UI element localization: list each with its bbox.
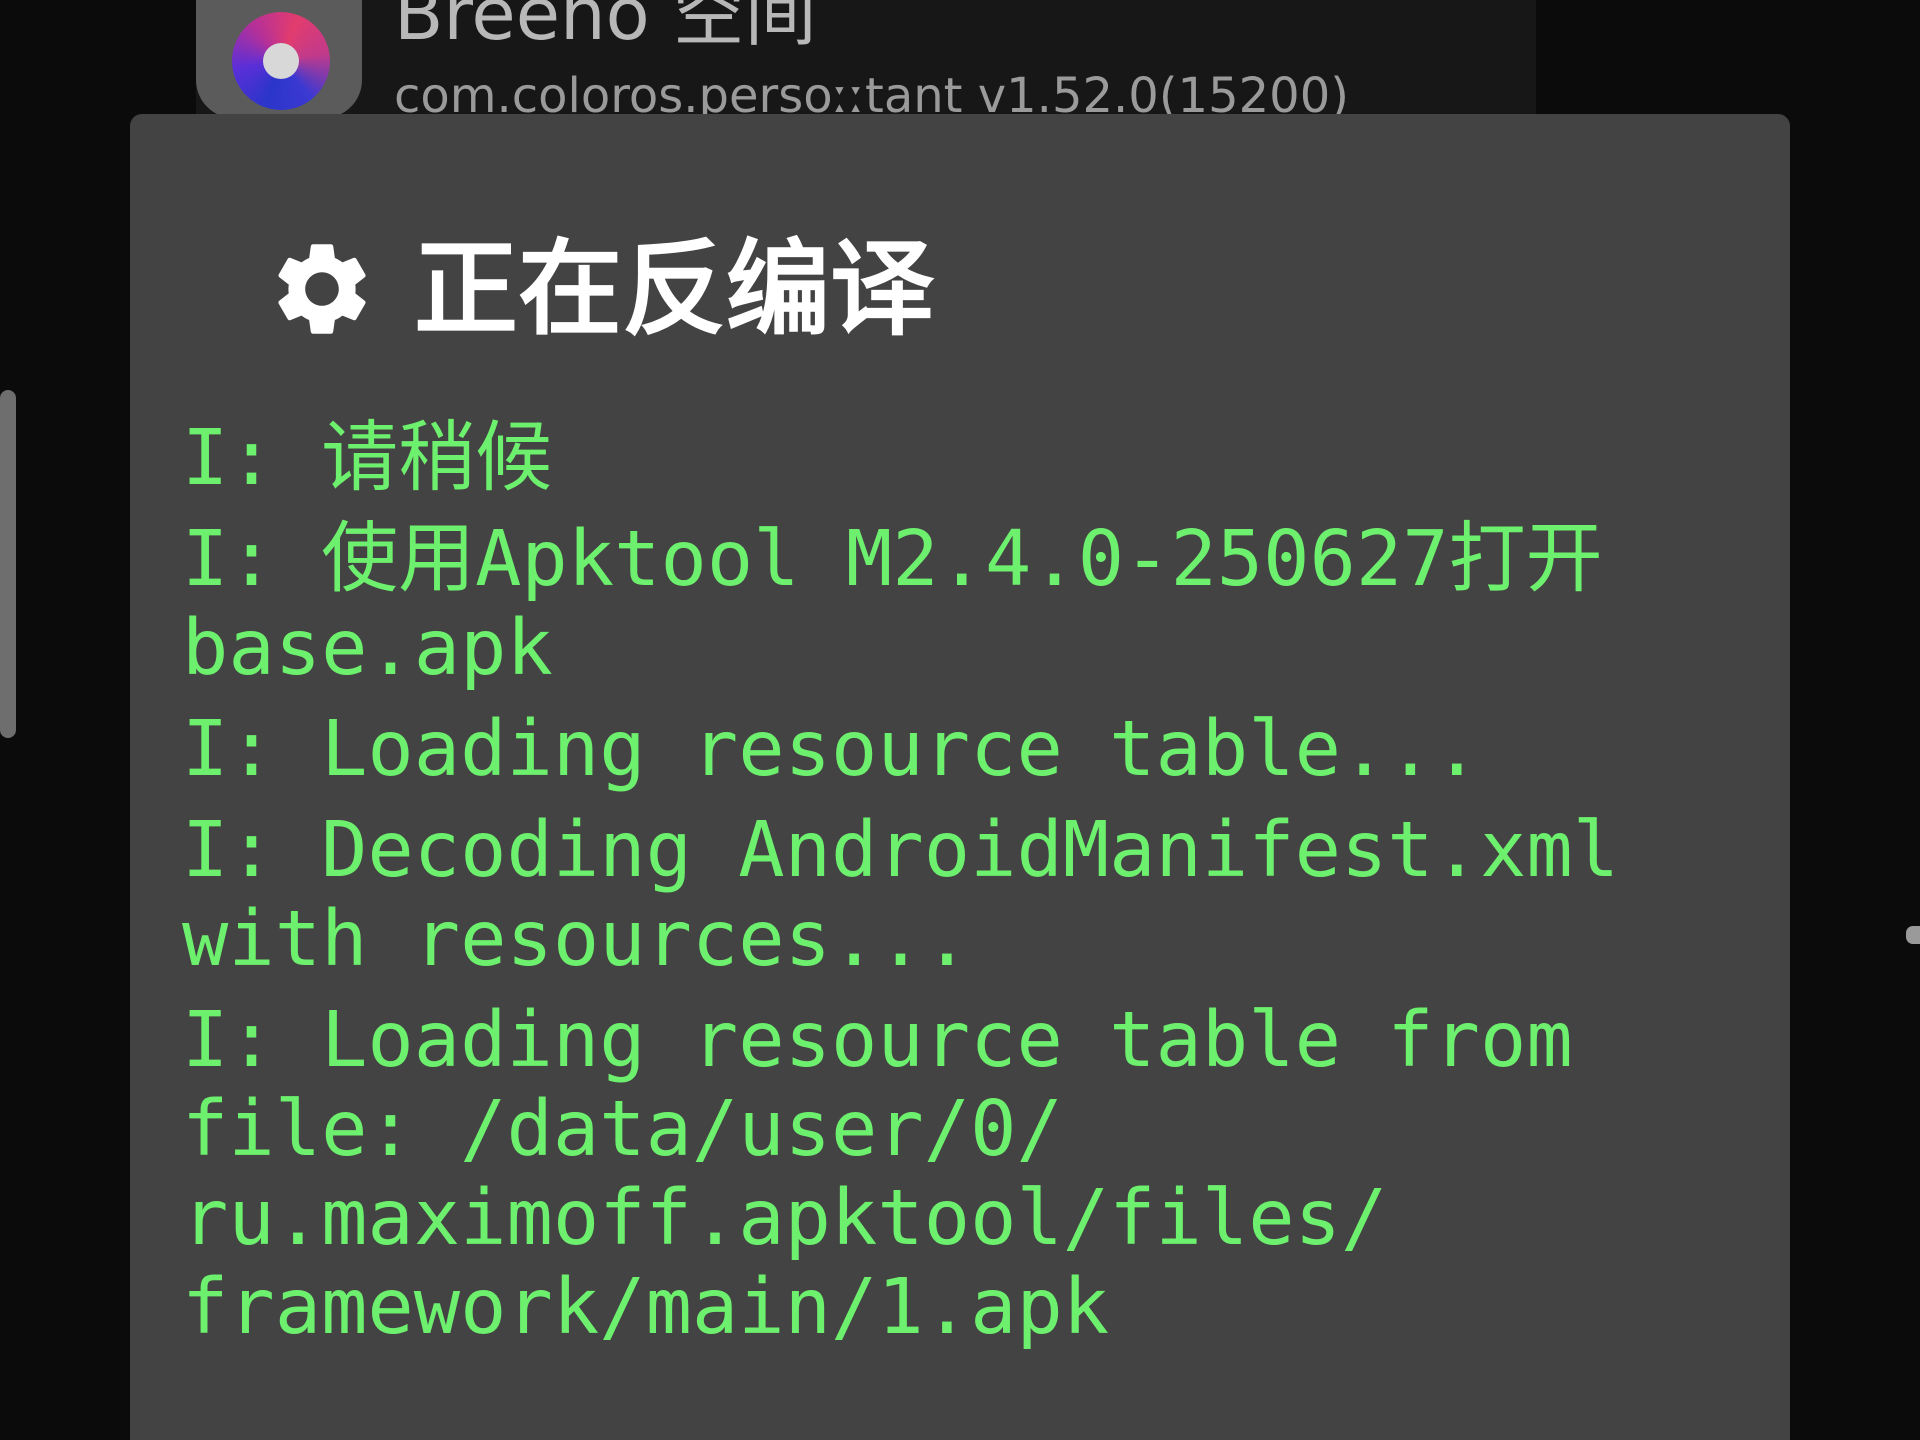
background-app-item[interactable]: Breeno 空间 com.coloros.persoːːtant v1.52.… xyxy=(196,0,1536,118)
dialog-title-text: 正在反编译 xyxy=(414,228,935,350)
dialog-title: 正在反编译 xyxy=(266,224,934,354)
log-line: I: 使用Apktool M2.4.0-250627打开 base.apk xyxy=(182,515,1649,693)
breeno-ring-icon xyxy=(196,0,362,118)
log-line: I: Loading resource table... xyxy=(182,705,1481,794)
edge-handle[interactable] xyxy=(1906,926,1920,944)
log-line: I: Decoding AndroidManifest.xml with res… xyxy=(182,806,1666,984)
scrollbar[interactable] xyxy=(0,390,16,738)
app-name: Breeno 空间 xyxy=(394,0,817,56)
gear-icon xyxy=(278,244,366,334)
log-line: I: 请稍候 xyxy=(182,414,553,503)
decompile-log: I: 请稍候 I: 使用Apktool M2.4.0-250627打开 base… xyxy=(182,414,1722,1364)
decompile-dialog: 正在反编译 I: 请稍候 I: 使用Apktool M2.4.0-250627打… xyxy=(130,114,1790,1440)
log-line: I: Loading resource table from file: /da… xyxy=(182,996,1620,1352)
app-package-version: com.coloros.persoːːtant v1.52.0(15200) xyxy=(394,68,1349,118)
